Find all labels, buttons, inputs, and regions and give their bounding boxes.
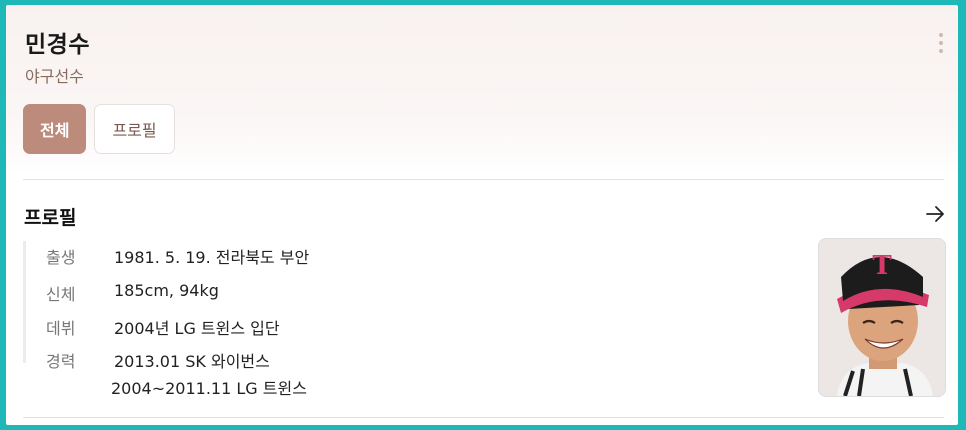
divider bbox=[23, 417, 944, 418]
info-key: 데뷔 bbox=[46, 319, 76, 338]
info-key: 경력 bbox=[46, 352, 76, 371]
page-subtitle: 야구선수 bbox=[25, 67, 84, 86]
info-key: 출생 bbox=[46, 248, 76, 267]
tab-all[interactable]: 전체 bbox=[23, 104, 87, 154]
info-value: 185cm, 94kg bbox=[114, 281, 219, 300]
info-row-body: 신체 185cm, 94kg bbox=[46, 281, 219, 305]
info-value: 1981. 5. 19. 전라북도 부안 bbox=[114, 248, 310, 267]
tab-profile[interactable]: 프로필 bbox=[94, 104, 175, 154]
tab-bar: 전체 프로필 bbox=[23, 104, 175, 154]
info-career-continued: 2004~2011.11 LG 트윈스 bbox=[111, 379, 307, 398]
info-value: 2004년 LG 트윈스 입단 bbox=[114, 319, 280, 338]
profile-info: 출생 1981. 5. 19. 전라북도 부안 신체 185cm, 94kg 데… bbox=[23, 241, 786, 371]
divider bbox=[23, 179, 944, 180]
info-value: 2013.01 SK 와이번스 bbox=[114, 352, 270, 371]
page-title: 민경수 bbox=[25, 32, 90, 58]
arrow-right-icon[interactable] bbox=[924, 203, 946, 225]
profile-photo[interactable]: T bbox=[818, 238, 946, 397]
info-row-debut: 데뷔 2004년 LG 트윈스 입단 bbox=[46, 315, 280, 339]
profile-card: 민경수 야구선수 전체 프로필 프로필 출생 1981. 5. 19. 전라북도… bbox=[6, 5, 958, 425]
section-title[interactable]: 프로필 bbox=[24, 203, 76, 230]
more-options-icon[interactable] bbox=[938, 33, 944, 53]
svg-text:T: T bbox=[872, 251, 892, 281]
info-row-career: 경력 2013.01 SK 와이번스 bbox=[46, 348, 270, 372]
info-row-birth: 출생 1981. 5. 19. 전라북도 부안 bbox=[46, 244, 309, 268]
person-photo-icon: T bbox=[819, 239, 945, 396]
info-key: 신체 bbox=[46, 285, 76, 304]
